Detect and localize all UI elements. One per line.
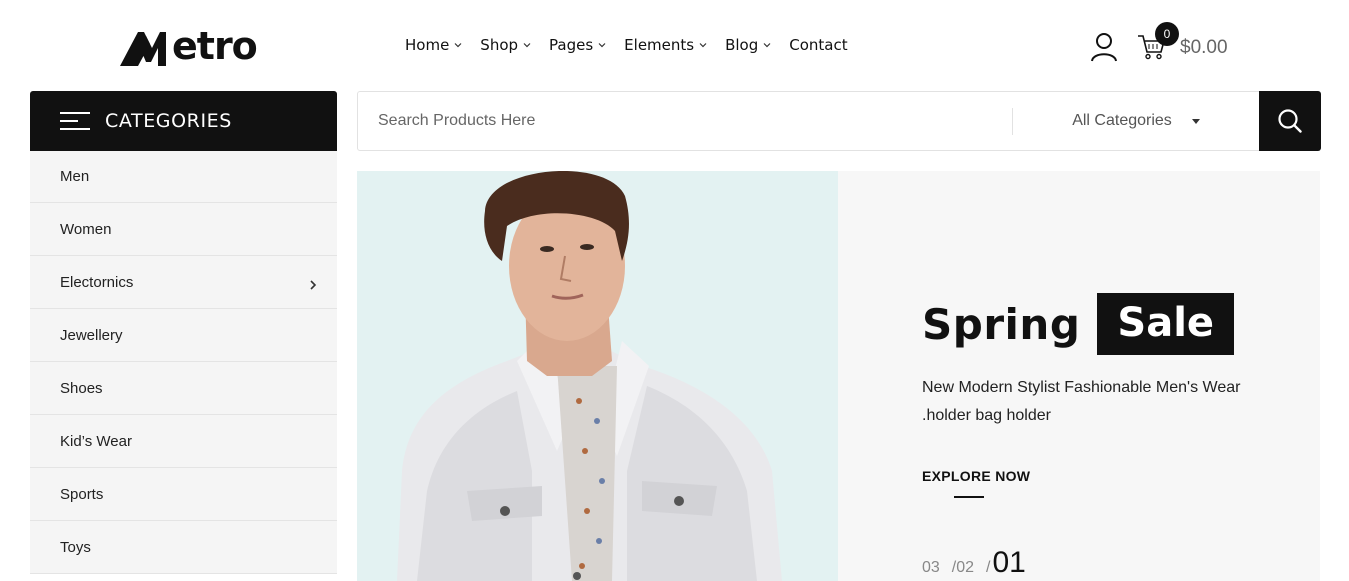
- category-item-toys[interactable]: Toys: [30, 521, 337, 574]
- hero-slider: Spring Sale New Modern Stylist Fashionab…: [357, 171, 1320, 581]
- search-input[interactable]: [358, 92, 1011, 150]
- user-icon[interactable]: [1090, 32, 1118, 62]
- category-label: Toys: [60, 538, 91, 556]
- nav-home[interactable]: Home: [405, 36, 462, 54]
- category-label: Shoes: [60, 379, 103, 397]
- nav-contact-label: Contact: [789, 36, 848, 54]
- category-item-shoes[interactable]: Shoes: [30, 362, 337, 415]
- slide-1-indicator[interactable]: 01: [993, 546, 1026, 580]
- search-bar: All Categories: [357, 91, 1321, 151]
- nav-pages[interactable]: Pages: [549, 36, 606, 54]
- chevron-down-icon: [763, 41, 771, 49]
- search-icon: [1278, 109, 1302, 133]
- category-item-sports[interactable]: Sports: [30, 468, 337, 521]
- category-item-women[interactable]: Women: [30, 203, 337, 256]
- nav-shop-label: Shop: [480, 36, 519, 54]
- slide-2-indicator[interactable]: /02: [952, 559, 974, 577]
- hero-title-plain: Spring: [922, 299, 1081, 349]
- category-item-electronics[interactable]: Electornics: [30, 256, 337, 309]
- chevron-down-icon: [523, 41, 531, 49]
- explore-underline: [954, 496, 984, 498]
- hero-title-boxed: Sale: [1097, 293, 1235, 355]
- nav-blog-label: Blog: [725, 36, 759, 54]
- cart-count-badge: 0: [1155, 22, 1179, 46]
- category-label: Kid’s Wear: [60, 432, 132, 450]
- categories-title: CATEGORIES: [105, 110, 232, 132]
- main-nav: Home Shop Pages Elements Blog Contact: [405, 35, 866, 55]
- category-label: Sports: [60, 485, 104, 503]
- model-photo: [397, 171, 782, 581]
- explore-now-button[interactable]: EXPLORE NOW: [922, 468, 1030, 484]
- hero-description: New Modern Stylist Fashionable Men's Wea…: [922, 379, 1241, 424]
- nav-elements-label: Elements: [624, 36, 695, 54]
- categories-toggle[interactable]: CATEGORIES: [30, 91, 337, 151]
- chevron-right-icon: [309, 277, 317, 290]
- logo-m-mark: [120, 32, 166, 66]
- category-select-value: All Categories: [1072, 112, 1172, 129]
- caret-down-icon: [1191, 118, 1200, 124]
- nav-elements[interactable]: Elements: [624, 36, 707, 54]
- hero-title: Spring Sale: [922, 293, 1235, 355]
- site-logo[interactable]: etro: [120, 24, 280, 68]
- nav-blog[interactable]: Blog: [725, 36, 771, 54]
- search-button[interactable]: [1259, 91, 1321, 151]
- nav-shop[interactable]: Shop: [480, 36, 531, 54]
- category-label: Jewellery: [60, 326, 123, 344]
- category-label: Women: [60, 220, 112, 238]
- category-label: Electornics: [60, 273, 134, 291]
- category-item-jewellery[interactable]: Jewellery: [30, 309, 337, 362]
- chevron-down-icon: [699, 41, 707, 49]
- nav-contact[interactable]: Contact: [789, 36, 847, 54]
- chevron-down-icon: [598, 41, 606, 49]
- nav-pages-label: Pages: [549, 36, 594, 54]
- category-item-kids-wear[interactable]: Kid’s Wear: [30, 415, 337, 468]
- menu-icon: [60, 111, 90, 131]
- categories-list: Men Women Electornics Jewellery Shoes Ki…: [30, 151, 337, 574]
- nav-home-label: Home: [405, 36, 450, 54]
- slide-pager: 03 /02 / 01: [922, 546, 1026, 580]
- slide-current-prefix: /: [986, 559, 991, 576]
- category-select[interactable]: All Categories: [1013, 92, 1259, 150]
- cart-total[interactable]: $0.00: [1180, 37, 1228, 59]
- hero-image: [357, 171, 838, 581]
- slide-3-indicator[interactable]: 03: [922, 559, 940, 577]
- chevron-down-icon: [454, 41, 462, 49]
- category-item-men[interactable]: Men: [30, 151, 337, 203]
- category-label: Men: [60, 168, 90, 185]
- logo-text: etro: [172, 24, 258, 68]
